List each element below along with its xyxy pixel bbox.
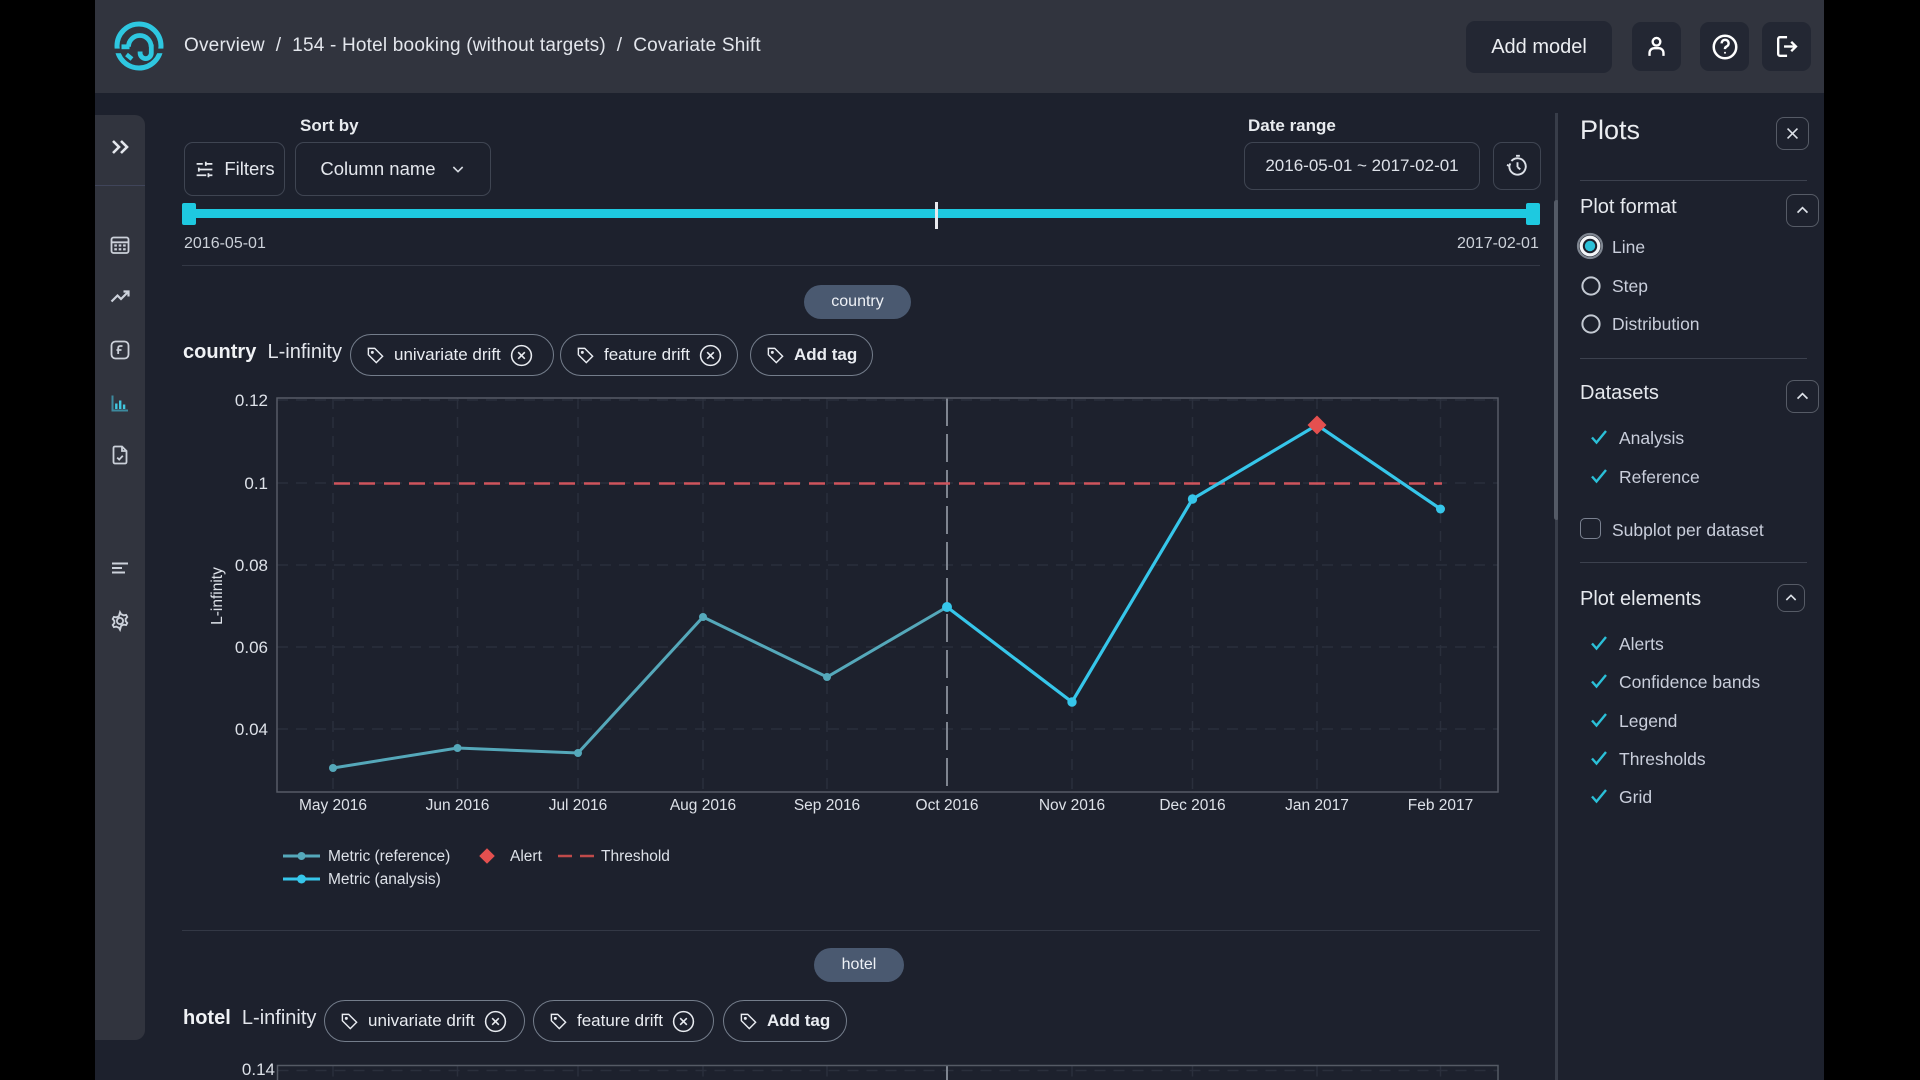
svg-text:0.1: 0.1	[244, 474, 268, 493]
svg-text:Aug 2016: Aug 2016	[670, 797, 736, 814]
svg-text:Sep 2016: Sep 2016	[794, 797, 860, 814]
svg-text:0.04: 0.04	[235, 720, 268, 739]
svg-text:0.08: 0.08	[235, 556, 268, 575]
svg-text:0.14: 0.14	[242, 1060, 275, 1079]
svg-text:Jul 2016: Jul 2016	[549, 797, 608, 814]
svg-text:Threshold: Threshold	[601, 848, 670, 865]
svg-text:Oct 2016: Oct 2016	[916, 797, 979, 814]
svg-text:May 2016: May 2016	[299, 797, 367, 814]
svg-text:0.06: 0.06	[235, 638, 268, 657]
svg-text:Jan 2017: Jan 2017	[1285, 797, 1349, 814]
svg-text:Jun 2016: Jun 2016	[426, 797, 490, 814]
svg-text:Alert: Alert	[510, 848, 543, 865]
svg-text:Metric (analysis): Metric (analysis)	[328, 871, 441, 888]
svg-text:Nov 2016: Nov 2016	[1039, 797, 1105, 814]
svg-text:Feb 2017: Feb 2017	[1408, 797, 1474, 814]
svg-text:0.12: 0.12	[235, 391, 268, 410]
svg-text:Dec 2016: Dec 2016	[1159, 797, 1225, 814]
svg-text:Metric (reference): Metric (reference)	[328, 848, 450, 865]
svg-text:L-infinity: L-infinity	[209, 567, 226, 625]
